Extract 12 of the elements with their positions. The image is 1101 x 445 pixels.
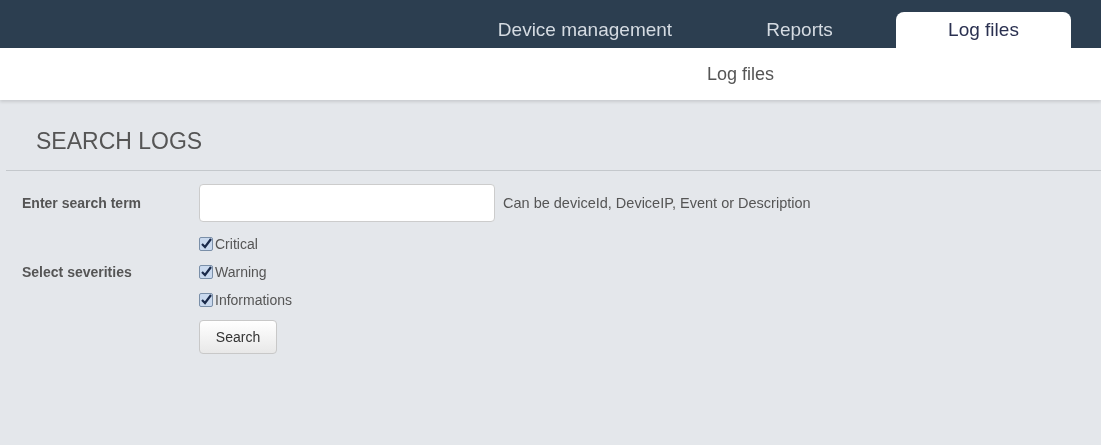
- field-label: Select severities: [21, 264, 133, 280]
- checkbox-label: Critical: [215, 236, 258, 252]
- checkbox-label: Warning: [215, 264, 267, 280]
- checkbox-label: Informations: [215, 292, 293, 308]
- field-label: Enter search term: [21, 195, 143, 211]
- sub-nav-link[interactable]: Log files: [706, 63, 774, 85]
- search-button[interactable]: Search: [199, 320, 277, 354]
- nav-tab[interactable]: Device management: [467, 12, 703, 48]
- nav-tab[interactable]: Log files: [896, 12, 1071, 48]
- section-title: SEARCH LOGS: [36, 128, 203, 155]
- field-hint: Can be deviceId, DeviceIP, Event or Description: [503, 195, 811, 211]
- nav-tab[interactable]: Reports: [703, 12, 896, 48]
